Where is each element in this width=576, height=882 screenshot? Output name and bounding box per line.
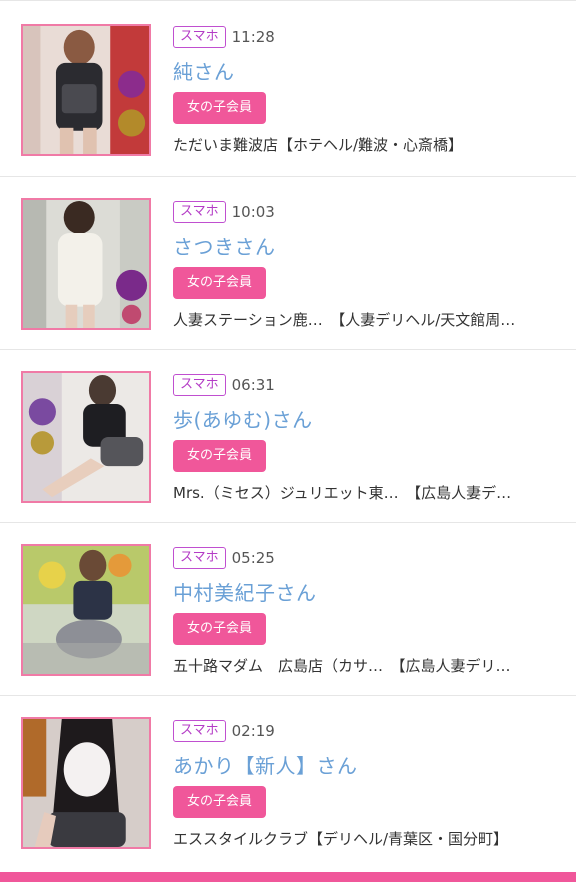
shop-info[interactable]: 人妻ステーション鹿… 【人妻デリヘル/天文館周… [173,309,568,330]
entry-meta: スマホ 10:03 さつきさん 女の子会員 人妻ステーション鹿… 【人妻デリヘル/… [173,201,568,330]
girl-name[interactable]: 中村美紀子さん [173,577,568,606]
list-item[interactable]: スマホ 02:19 あかり【新人】さん 女の子会員 エススタイルクラブ【デリヘル/… [0,696,576,869]
girl-name[interactable]: さつきさん [173,231,568,260]
profile-photo[interactable] [21,371,151,503]
post-time: 10:03 [231,203,275,221]
girl-name[interactable]: あかり【新人】さん [173,750,568,779]
bottom-bar [0,872,576,882]
profile-photo[interactable] [21,198,151,330]
profile-photo[interactable] [21,24,151,156]
post-time: 05:25 [231,549,275,567]
profile-photo[interactable] [21,544,151,676]
list-item[interactable]: スマホ 05:25 中村美紀子さん 女の子会員 五十路マダム 広島店（カサ… 【広… [0,523,576,696]
device-tag: スマホ [173,720,226,742]
device-tag: スマホ [173,201,226,223]
profile-photo[interactable] [21,717,151,849]
list-item[interactable]: スマホ 11:28 純さん 女の子会員 ただいま難波店【ホテヘル/難波・心斎橋】 [0,0,576,177]
shop-info[interactable]: 五十路マダム 広島店（カサ… 【広島人妻デリ… [173,655,568,676]
entry-meta: スマホ 06:31 歩(あゆむ)さん 女の子会員 Mrs.（ミセス）ジュリエット東… [173,374,568,503]
entry-meta: スマホ 11:28 純さん 女の子会員 ただいま難波店【ホテヘル/難波・心斎橋】 [173,26,568,155]
girl-name[interactable]: 純さん [173,56,568,85]
post-time: 06:31 [231,376,275,394]
member-badge: 女の子会員 [173,440,267,472]
member-badge: 女の子会員 [173,786,267,818]
shop-info[interactable]: ただいま難波店【ホテヘル/難波・心斎橋】 [173,134,568,155]
post-time: 02:19 [231,722,275,740]
list-item[interactable]: スマホ 06:31 歩(あゆむ)さん 女の子会員 Mrs.（ミセス）ジュリエット東… [0,350,576,523]
girl-name[interactable]: 歩(あゆむ)さん [173,404,568,433]
shop-info[interactable]: エススタイルクラブ【デリヘル/青葉区・国分町】 [173,828,568,849]
post-time: 11:28 [231,28,275,46]
member-badge: 女の子会員 [173,92,267,124]
member-badge: 女の子会員 [173,267,267,299]
shop-info[interactable]: Mrs.（ミセス）ジュリエット東… 【広島人妻デ… [173,482,568,503]
entry-meta: スマホ 02:19 あかり【新人】さん 女の子会員 エススタイルクラブ【デリヘル/… [173,720,568,849]
device-tag: スマホ [173,547,226,569]
device-tag: スマホ [173,26,226,48]
post-list: スマホ 11:28 純さん 女の子会員 ただいま難波店【ホテヘル/難波・心斎橋】 … [0,0,576,869]
entry-meta: スマホ 05:25 中村美紀子さん 女の子会員 五十路マダム 広島店（カサ… 【広… [173,547,568,676]
member-badge: 女の子会員 [173,613,267,645]
device-tag: スマホ [173,374,226,396]
list-item[interactable]: スマホ 10:03 さつきさん 女の子会員 人妻ステーション鹿… 【人妻デリヘル/… [0,177,576,350]
